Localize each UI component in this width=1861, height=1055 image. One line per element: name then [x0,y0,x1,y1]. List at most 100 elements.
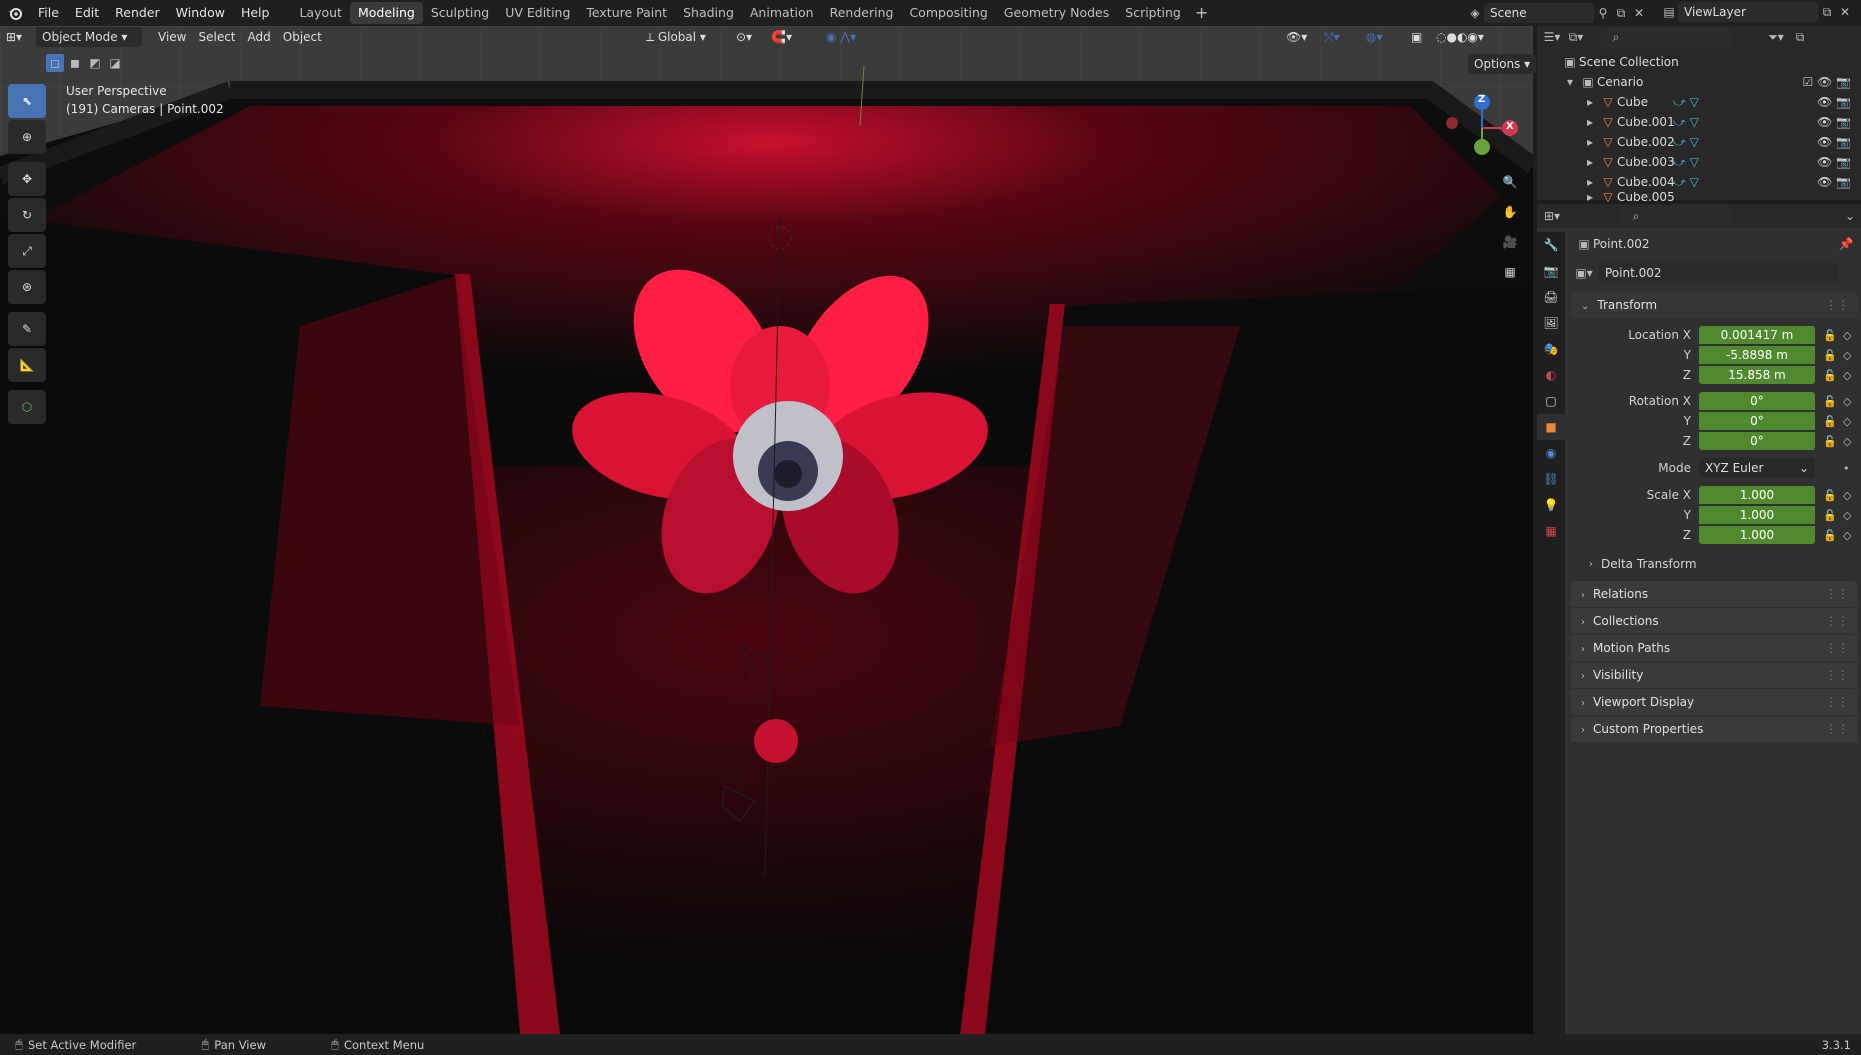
custom-properties-panel[interactable]: › Custom Properties ⋮⋮ [1571,716,1857,742]
rotation-y-field[interactable]: 0° [1699,412,1815,430]
drag-handle-icon[interactable]: ⋮⋮ [1825,695,1849,709]
visibility-icon[interactable]: 👁▾ [1280,27,1313,47]
lock-icon[interactable]: 🔓 [1823,435,1837,448]
row-toggles[interactable]: 👁 📷 [1817,175,1851,189]
row-toggles[interactable]: 👁 📷 [1817,115,1851,129]
expand-chevron-icon[interactable]: ▸ [1581,113,1599,131]
snap-icon[interactable]: 🧲▾ [765,27,798,47]
transform-tool-icon[interactable]: ⊛ [8,270,46,304]
keyframe-icon[interactable]: ◇ [1843,529,1857,542]
shading-modes-icon[interactable]: ◌●◐◉▾ [1430,27,1490,47]
options-dropdown[interactable]: Options ▾ [1468,54,1537,74]
outliner-row-cube-003[interactable]: ▸ ▽ Cube.003 ⤻ ▽ 👁 📷 [1537,152,1861,172]
world-tab-icon[interactable]: ◐ [1537,362,1565,388]
lock-icon[interactable]: 🔓 [1823,415,1837,428]
annotate-tool-icon[interactable]: ✎ [8,312,46,346]
expand-chevron-icon[interactable]: ▸ [1581,173,1599,191]
keyframe-icon[interactable]: ◇ [1843,369,1857,382]
outliner-search-input[interactable]: ⌕ [1601,27,1731,47]
row-toggles[interactable]: ☑ 👁 📷 [1802,75,1851,89]
drag-handle-icon[interactable]: ⋮⋮ [1825,641,1849,655]
rotation-z-field[interactable]: 0° [1699,432,1815,450]
select-box-tool-icon[interactable]: ⬉ [8,84,46,118]
collections-panel[interactable]: › Collections ⋮⋮ [1571,608,1857,634]
tab-texture-paint[interactable]: Texture Paint [578,2,675,24]
keyframe-icon[interactable]: ◇ [1843,329,1857,342]
row-toggles[interactable]: 👁 📷 [1817,95,1851,109]
3d-viewport[interactable] [0,26,1533,1034]
tab-animation[interactable]: Animation [742,2,822,24]
properties-editor-icon[interactable]: ⊞▾ [1543,207,1561,225]
menu-window[interactable]: Window [168,0,233,26]
drag-handle-icon[interactable]: ⋮⋮ [1825,614,1849,628]
menu-view[interactable]: View [152,27,192,47]
relations-panel[interactable]: › Relations ⋮⋮ [1571,581,1857,607]
viewlayer-selector[interactable]: ▤ ViewLayer ⧉ ✕ [1660,2,1854,22]
keyframe-icon[interactable]: ◇ [1843,435,1857,448]
camera-view-icon[interactable]: 🎥 [1496,228,1524,256]
outliner-row-cube[interactable]: ▸ ▽ Cube ⤻ ▽ 👁 📷 [1537,92,1861,112]
outliner-row-cube-004[interactable]: ▸ ▽ Cube.004 ⤻ ▽ 👁 📷 [1537,172,1861,192]
lock-icon[interactable]: 🔓 [1823,349,1837,362]
scene-name-field[interactable]: Scene [1484,3,1594,23]
motion-paths-panel[interactable]: › Motion Paths ⋮⋮ [1571,635,1857,661]
properties-search-input[interactable]: ⌕ [1621,206,1731,226]
object-tab-icon[interactable]: ■ [1537,414,1565,440]
rotation-x-field[interactable]: 0° [1699,392,1815,410]
object-name-field[interactable]: Point.002 [1599,263,1839,283]
tab-uv-editing[interactable]: UV Editing [497,2,578,24]
editor-type-icon[interactable]: ⊞▾ [0,27,34,47]
gizmo-toggle-icon[interactable]: ⤱▾ [1318,27,1346,47]
keyframe-icon[interactable]: ◇ [1843,509,1857,522]
lock-icon[interactable]: 🔓 [1823,489,1837,502]
blender-logo-icon[interactable] [0,0,30,26]
select-new-icon[interactable]: ◻ [46,54,64,72]
menu-edit[interactable]: Edit [67,0,107,26]
move-tool-icon[interactable]: ✥ [8,162,46,196]
scene-collection-row[interactable]: ▣ Scene Collection [1537,52,1861,72]
filter-icon[interactable]: ⏷▾ [1767,28,1785,46]
rotate-tool-icon[interactable]: ↻ [8,198,46,232]
display-mode-icon[interactable]: ⧉▾ [1567,28,1585,46]
keyframe-icon[interactable]: ◇ [1843,395,1857,408]
physics-tab-icon[interactable]: ◉ [1537,440,1565,466]
collapse-chevron-icon[interactable]: ⌄ [1841,207,1859,225]
xray-icon[interactable]: ▣ [1405,27,1428,47]
pan-hand-icon[interactable]: ✋ [1496,198,1524,226]
row-toggles[interactable]: 👁 📷 [1817,155,1851,169]
tab-layout[interactable]: Layout [291,2,350,24]
viewport-display-panel[interactable]: › Viewport Display ⋮⋮ [1571,689,1857,715]
scale-x-field[interactable]: 1.000 [1699,486,1815,504]
select-extend-icon[interactable]: ◼ [66,54,84,72]
scene-tab-icon[interactable]: 🎭 [1537,336,1565,362]
scene-selector[interactable]: ◈ Scene ⚲ ⧉ ✕ [1466,2,1666,24]
drag-handle-icon[interactable]: ⋮⋮ [1825,298,1849,312]
drag-handle-icon[interactable]: ⋮⋮ [1825,668,1849,682]
tab-compositing[interactable]: Compositing [901,2,995,24]
rotation-mode-dropdown[interactable]: XYZ Euler ⌄ [1699,458,1815,478]
menu-file[interactable]: File [30,0,67,26]
expand-chevron-icon[interactable]: ▸ [1581,153,1599,171]
select-intersect-icon[interactable]: ◪ [106,54,124,72]
expand-chevron-icon[interactable]: ▸ [1581,133,1599,151]
new-viewlayer-icon[interactable]: ⧉ [1818,3,1836,21]
tab-sculpting[interactable]: Sculpting [423,2,497,24]
outliner-row-cube-001[interactable]: ▸ ▽ Cube.001 ⤻ ▽ 👁 📷 [1537,112,1861,132]
menu-render[interactable]: Render [107,0,168,26]
keyframe-icon[interactable]: ◇ [1843,415,1857,428]
menu-select[interactable]: Select [192,27,241,47]
close-viewlayer-icon[interactable]: ✕ [1836,3,1854,21]
orientation-dropdown[interactable]: ⟂ Global ▾ [640,27,712,47]
row-toggles[interactable]: 👁 📷 [1817,135,1851,149]
mode-dropdown[interactable]: Object Mode ▾ [36,27,142,47]
outliner-editor-icon[interactable]: ☰▾ [1543,28,1561,46]
location-x-field[interactable]: 0.001417 m [1699,326,1815,344]
tab-modeling[interactable]: Modeling [349,2,423,24]
keyframe-icon[interactable]: ◇ [1843,349,1857,362]
navigation-gizmo[interactable]: Z X [1440,90,1520,160]
tab-shading[interactable]: Shading [675,2,742,24]
render-tab-icon[interactable]: 📷 [1537,258,1565,284]
expand-chevron-icon[interactable]: ▾ [1561,73,1579,91]
add-workspace-icon[interactable]: + [1189,2,1214,24]
tab-geometry-nodes[interactable]: Geometry Nodes [996,2,1117,24]
